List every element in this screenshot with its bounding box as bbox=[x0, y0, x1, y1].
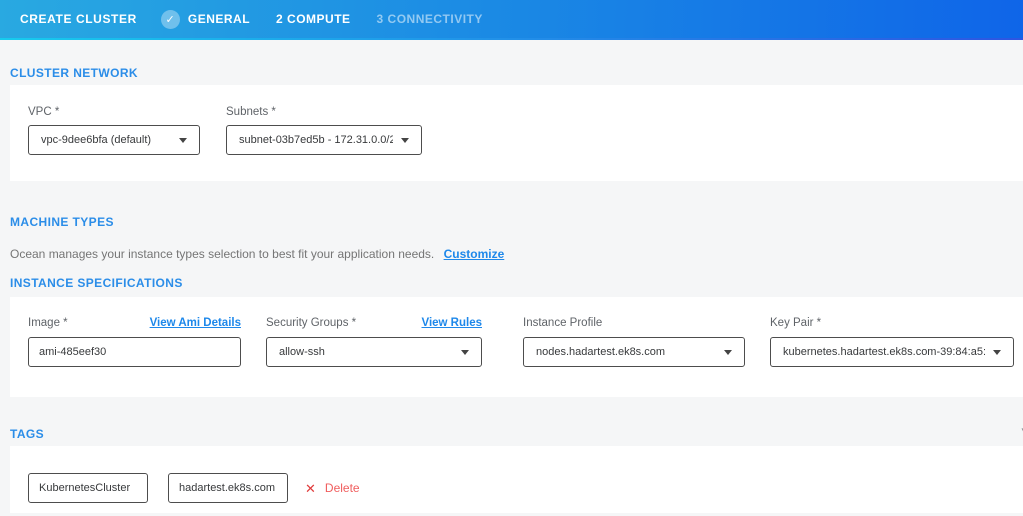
chevron-down-icon bbox=[993, 350, 1001, 355]
key-pair-field-group: Key Pair * kubernetes.hadartest.ek8s.com… bbox=[770, 317, 1014, 397]
instance-profile-label: Instance Profile bbox=[523, 317, 602, 329]
vpc-field-group: VPC * vpc-9dee6bfa (default) bbox=[28, 106, 200, 181]
key-pair-label-row: Key Pair * bbox=[770, 317, 1014, 329]
image-label: Image * bbox=[28, 317, 68, 329]
delete-x-icon: ✕ bbox=[305, 482, 316, 495]
key-pair-label: Key Pair * bbox=[770, 317, 821, 329]
cluster-network-card: VPC * vpc-9dee6bfa (default) Subnets * s… bbox=[10, 85, 1023, 181]
subnets-label: Subnets * bbox=[226, 106, 422, 118]
tags-heading-row: TAGS ▾ bbox=[0, 428, 1023, 441]
security-groups-label-row: Security Groups * View Rules bbox=[266, 317, 482, 329]
vpc-select-value: vpc-9dee6bfa (default) bbox=[41, 134, 151, 146]
view-rules-link[interactable]: View Rules bbox=[421, 317, 482, 329]
tab-compute-label: 2 COMPUTE bbox=[276, 12, 351, 26]
section-heading-machine-types: MACHINE TYPES bbox=[10, 216, 1023, 229]
key-pair-select[interactable]: kubernetes.hadartest.ek8s.com-39:84:a5:9… bbox=[770, 337, 1014, 367]
instance-profile-select[interactable]: nodes.hadartest.ek8s.com bbox=[523, 337, 745, 367]
security-groups-select[interactable]: allow-ssh bbox=[266, 337, 482, 367]
page-title: CREATE CLUSTER bbox=[20, 12, 137, 26]
tab-connectivity-label: 3 CONNECTIVITY bbox=[377, 12, 483, 26]
instance-profile-select-value: nodes.hadartest.ek8s.com bbox=[536, 346, 665, 358]
machine-types-description-row: Ocean manages your instance types select… bbox=[10, 248, 1023, 261]
tab-general-label: GENERAL bbox=[188, 12, 250, 26]
tag-value-input[interactable] bbox=[168, 473, 288, 503]
delete-tag-label: Delete bbox=[325, 481, 360, 495]
vpc-label: VPC * bbox=[28, 106, 200, 118]
check-circle-icon: ✓ bbox=[161, 10, 180, 29]
image-label-row: Image * View Ami Details bbox=[28, 317, 241, 329]
security-groups-label: Security Groups * bbox=[266, 317, 356, 329]
instance-specifications-card: Image * View Ami Details Security Groups… bbox=[10, 297, 1023, 397]
subnets-select-value: subnet-03b7ed5b - 172.31.0.0/20 ... bbox=[239, 134, 393, 146]
image-field-group: Image * View Ami Details bbox=[28, 317, 241, 397]
delete-tag-button[interactable]: ✕ Delete bbox=[305, 473, 360, 503]
machine-types-description: Ocean manages your instance types select… bbox=[10, 247, 434, 261]
security-groups-field-group: Security Groups * View Rules allow-ssh bbox=[266, 317, 482, 397]
tag-key-input[interactable] bbox=[28, 473, 148, 503]
key-pair-select-value: kubernetes.hadartest.ek8s.com-39:84:a5:9… bbox=[783, 346, 985, 358]
view-ami-details-link[interactable]: View Ami Details bbox=[150, 317, 241, 329]
chevron-down-icon bbox=[179, 138, 187, 143]
header-accent-divider bbox=[0, 38, 1023, 40]
security-groups-select-value: allow-ssh bbox=[279, 346, 325, 358]
tab-connectivity[interactable]: 3 CONNECTIVITY bbox=[377, 12, 483, 26]
subnets-select[interactable]: subnet-03b7ed5b - 172.31.0.0/20 ... bbox=[226, 125, 422, 155]
section-heading-cluster-network: CLUSTER NETWORK bbox=[10, 67, 1023, 80]
section-heading-instance-specifications: INSTANCE SPECIFICATIONS bbox=[10, 277, 1023, 290]
tab-compute[interactable]: 2 COMPUTE bbox=[276, 12, 351, 26]
chevron-down-icon bbox=[461, 350, 469, 355]
section-heading-tags: TAGS bbox=[10, 428, 1023, 441]
vpc-select[interactable]: vpc-9dee6bfa (default) bbox=[28, 125, 200, 155]
tags-card: ✕ Delete bbox=[10, 446, 1023, 513]
instance-profile-field-group: Instance Profile nodes.hadartest.ek8s.co… bbox=[523, 317, 745, 397]
subnets-field-group: Subnets * subnet-03b7ed5b - 172.31.0.0/2… bbox=[226, 106, 422, 181]
customize-link[interactable]: Customize bbox=[444, 247, 505, 261]
chevron-down-icon bbox=[401, 138, 409, 143]
tab-general[interactable]: ✓ GENERAL bbox=[161, 10, 250, 29]
wizard-header: CREATE CLUSTER ✓ GENERAL 2 COMPUTE 3 CON… bbox=[0, 0, 1023, 38]
image-input[interactable] bbox=[28, 337, 241, 367]
chevron-down-icon bbox=[724, 350, 732, 355]
instance-profile-label-row: Instance Profile bbox=[523, 317, 745, 329]
